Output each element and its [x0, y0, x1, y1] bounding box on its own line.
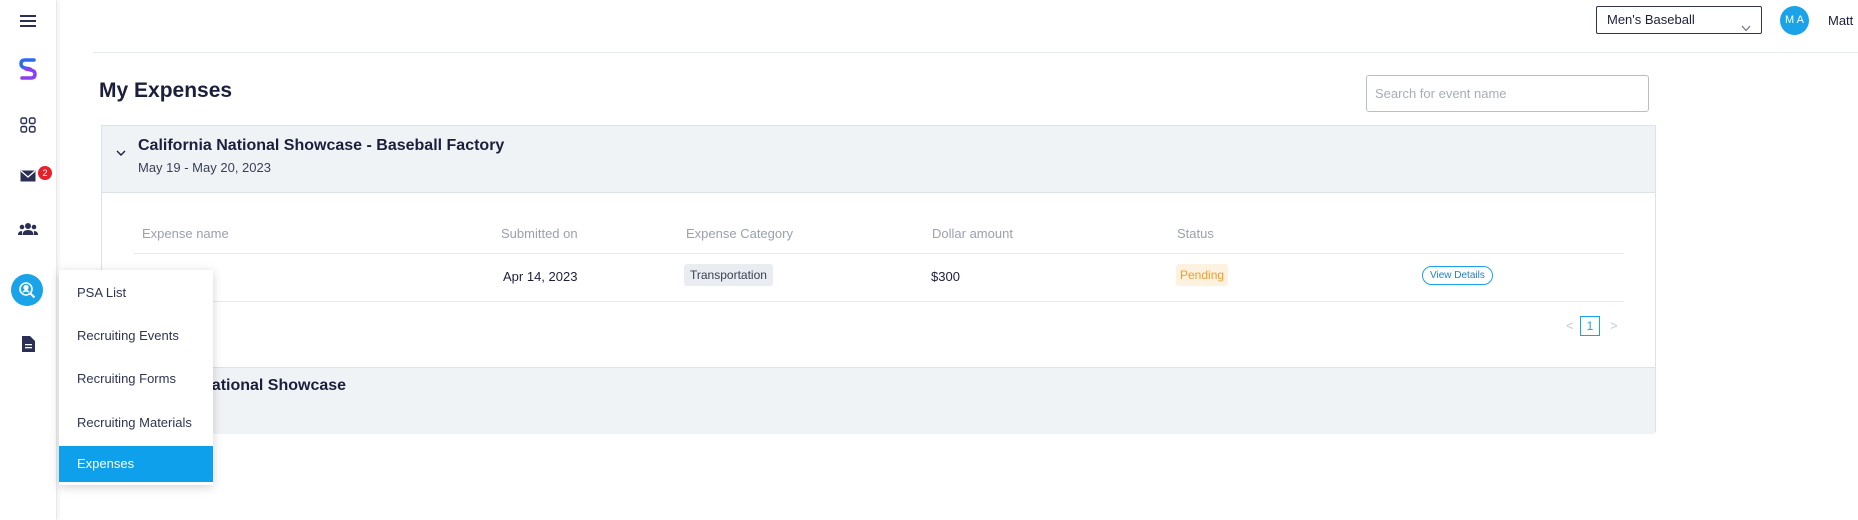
- hamburger-menu-icon[interactable]: [14, 7, 42, 35]
- menu-item-recruiting-events[interactable]: Recruiting Events: [59, 318, 213, 354]
- team-users-icon[interactable]: [14, 215, 42, 243]
- app-logo-icon[interactable]: [14, 55, 42, 83]
- column-header-dollar-amount: Dollar amount: [932, 226, 1013, 241]
- menu-item-recruiting-forms[interactable]: Recruiting Forms: [59, 361, 213, 397]
- category-tag: Transportation: [684, 264, 773, 286]
- event-card: California National Showcase - Baseball …: [101, 125, 1656, 434]
- team-select[interactable]: Men's Baseball: [1596, 6, 1762, 34]
- menu-item-expenses[interactable]: Expenses: [59, 446, 213, 482]
- event-dates: May 19 - May 20, 2023: [138, 160, 271, 175]
- pagination-next-button[interactable]: >: [1610, 318, 1618, 333]
- column-header-expense-category: Expense Category: [686, 226, 793, 241]
- event-title: California National Showcase - Baseball …: [138, 137, 505, 154]
- column-header-expense-name: Expense name: [142, 226, 229, 241]
- page-title: My Expenses: [99, 79, 233, 102]
- username[interactable]: Matt: [1828, 13, 1853, 28]
- recruiting-menu: PSA List Recruiting Events Recruiting Fo…: [59, 270, 213, 485]
- column-header-status: Status: [1177, 226, 1214, 241]
- sidebar: 2: [0, 0, 57, 520]
- chevron-down-icon: [1741, 15, 1751, 41]
- messages-badge: 2: [38, 166, 52, 180]
- menu-item-recruiting-materials[interactable]: Recruiting Materials: [59, 405, 213, 441]
- amount-cell: $300: [931, 269, 960, 284]
- table-divider: [134, 301, 1624, 302]
- recruiting-search-icon[interactable]: [11, 274, 43, 306]
- dashboard-grid-icon[interactable]: [14, 111, 42, 139]
- event-header[interactable]: California National Showcase - Baseball …: [102, 126, 1655, 193]
- column-header-submitted-on: Submitted on: [501, 226, 578, 241]
- document-icon[interactable]: [14, 330, 42, 358]
- submitted-on-cell: Apr 14, 2023: [503, 269, 578, 284]
- event-header[interactable]: Factory National Showcase: [102, 367, 1655, 434]
- menu-item-psa-list[interactable]: PSA List: [59, 275, 213, 311]
- pagination-prev-button[interactable]: <: [1566, 318, 1574, 333]
- pagination-page-button[interactable]: 1: [1580, 316, 1600, 336]
- avatar[interactable]: M A: [1780, 6, 1809, 35]
- top-bar: [93, 0, 1858, 53]
- chevron-down-icon[interactable]: [116, 144, 126, 162]
- view-details-button[interactable]: View Details: [1422, 266, 1493, 285]
- search-input[interactable]: [1366, 75, 1649, 112]
- team-select-value: Men's Baseball: [1607, 12, 1695, 27]
- table-divider: [134, 253, 1624, 254]
- status-badge: Pending: [1176, 264, 1229, 286]
